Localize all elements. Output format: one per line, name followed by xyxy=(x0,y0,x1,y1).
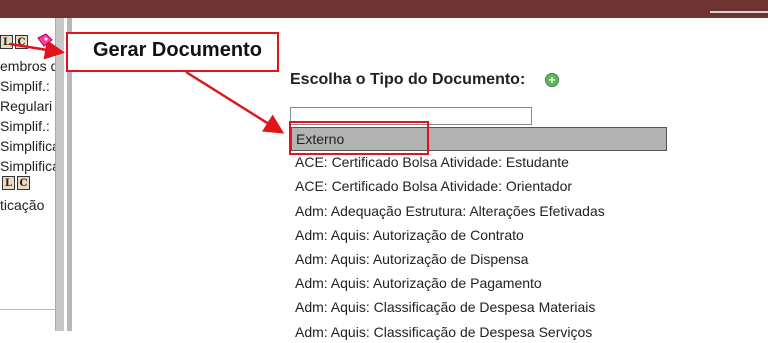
list-item[interactable]: Adm: Aquis: Autorização de Pagamento xyxy=(291,272,542,294)
tree-item-2[interactable]: Simplif.: xyxy=(0,77,50,95)
tree-icon-c[interactable]: C xyxy=(17,176,30,190)
list-item[interactable]: Adm: Aquis: Classificação de Despesa Ser… xyxy=(291,321,592,343)
callout-label: Gerar Documento xyxy=(93,39,262,61)
document-type-heading: Escolha o Tipo do Documento: xyxy=(290,71,526,88)
tree-divider xyxy=(0,309,55,310)
list-item[interactable]: Adm: Aquis: Autorização de Contrato xyxy=(291,224,524,246)
tree-icon-l[interactable]: L xyxy=(2,176,15,190)
externo-highlight-box xyxy=(289,121,429,155)
list-item[interactable]: ACE: Certificado Bolsa Atividade: Orient… xyxy=(291,175,572,197)
tree-item-3[interactable]: Regulari xyxy=(0,97,52,115)
list-item[interactable]: Adm: Aquis: Autorização de Dispensa xyxy=(291,248,528,270)
left-tree-panel: L C embros d Simplif.: Regulari Simplif.… xyxy=(0,18,55,331)
tree-item-1[interactable]: embros d xyxy=(0,57,55,75)
top-bar xyxy=(0,0,768,18)
top-bar-line xyxy=(710,11,768,13)
tree-item-6[interactable]: Simplifica xyxy=(0,157,55,175)
tree-icons-row-2: L C xyxy=(2,176,30,190)
tree-item-4[interactable]: Simplif.: xyxy=(0,117,50,135)
list-item[interactable]: Adm: Adequação Estrutura: Alterações Efe… xyxy=(291,200,605,222)
list-item[interactable]: Adm: Aquis: Classificação de Despesa Mat… xyxy=(291,296,595,318)
tree-icons-row-1: L C xyxy=(0,35,28,49)
tree-item-7[interactable]: ticação xyxy=(0,196,44,214)
tree-icon-l[interactable]: L xyxy=(0,35,13,49)
tree-item-5[interactable]: Simplifica xyxy=(0,137,55,155)
tree-icon-c[interactable]: C xyxy=(15,35,28,49)
panel-splitter[interactable] xyxy=(55,18,64,331)
add-icon[interactable]: + xyxy=(545,73,559,87)
